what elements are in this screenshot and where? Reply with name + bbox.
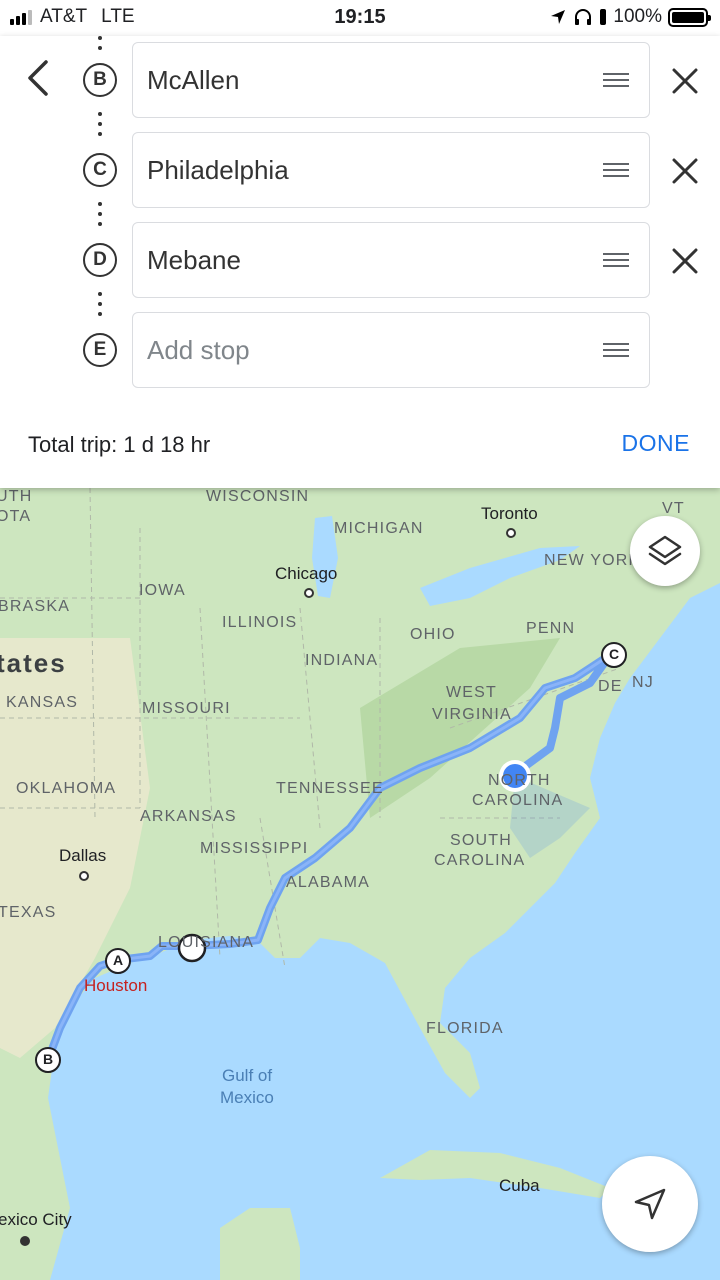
- map-label-united-states: tates: [0, 648, 67, 678]
- city-dot-toronto: [506, 528, 516, 538]
- location-arrow-icon: [551, 10, 566, 24]
- map-label-mississippi: MISSISSIPPI: [200, 840, 309, 857]
- recenter-button[interactable]: [602, 1156, 698, 1252]
- map-label-dallas: Dallas: [59, 846, 107, 865]
- map-view[interactable]: UTH OTA WISCONSIN MICHIGAN Toronto VT NE…: [0, 488, 720, 1280]
- close-icon: [672, 68, 698, 94]
- map-label-south-carolina-1: SOUTH: [450, 832, 512, 849]
- stop-field-b[interactable]: McAllen: [132, 42, 650, 118]
- map-label-gulf-1: Gulf of: [222, 1066, 273, 1085]
- route-marker-a[interactable]: A: [105, 948, 131, 974]
- map-label-michigan: MICHIGAN: [334, 520, 424, 537]
- map-label-south-carolina-2: CAROLINA: [434, 852, 526, 869]
- map-label-oklahoma: OKLAHOMA: [16, 780, 117, 797]
- close-icon: [672, 158, 698, 184]
- navigation-arrow-icon: [634, 1188, 666, 1220]
- map-label-north-carolina-2: CAROLINA: [472, 792, 564, 809]
- remove-stop-d-button[interactable]: [668, 244, 702, 278]
- map-label-ota: OTA: [0, 508, 32, 525]
- remove-stop-c-button[interactable]: [668, 154, 702, 188]
- map-label-gulf-2: Mexico: [220, 1088, 274, 1107]
- map-label-chicago: Chicago: [275, 564, 338, 583]
- drag-handle-icon[interactable]: [603, 343, 629, 357]
- remove-stop-b-button[interactable]: [668, 64, 702, 98]
- map-label-louisiana: LOUISIANA: [158, 934, 255, 951]
- orientation-lock-icon: [600, 9, 607, 25]
- stop-value-b: McAllen: [147, 65, 240, 95]
- stop-value-d: Mebane: [147, 245, 241, 275]
- stop-row-d: D Mebane: [0, 222, 720, 298]
- map-label-new-york: NEW YORK: [544, 552, 641, 569]
- battery-percent: 100%: [613, 6, 662, 27]
- map-label-nj: NJ: [632, 674, 654, 691]
- status-right: 100%: [549, 6, 711, 28]
- status-left: AT&T LTE: [10, 6, 135, 28]
- stop-badge-c: C: [83, 153, 117, 187]
- map-label-iowa: IOWA: [139, 582, 186, 599]
- map-label-braska: BRASKA: [0, 598, 71, 615]
- stop-row-c: C Philadelphia: [0, 132, 720, 208]
- map-label-alabama: ALABAMA: [286, 874, 370, 891]
- status-bar: AT&T LTE 19:15 100%: [0, 0, 720, 36]
- map-label-indiana: INDIANA: [305, 652, 379, 669]
- add-stop-field[interactable]: Add stop: [132, 312, 650, 388]
- map-label-west-virginia-1: WEST: [446, 684, 498, 701]
- cuba-island: [380, 1150, 610, 1198]
- total-trip-duration: Total trip: 1 d 18 hr: [28, 432, 211, 457]
- route-marker-c[interactable]: C: [601, 642, 627, 668]
- stop-row-e: E Add stop: [0, 312, 720, 388]
- headphones-icon: [575, 9, 592, 25]
- map-label-west-virginia-2: VIRGINIA: [432, 706, 512, 723]
- map-label-mexico-city: exico City: [0, 1210, 72, 1229]
- map-label-ohio: OHIO: [410, 626, 456, 643]
- layers-icon: [648, 535, 682, 566]
- drag-handle-icon[interactable]: [603, 253, 629, 267]
- map-label-cuba: Cuba: [499, 1176, 540, 1195]
- map-label-illinois: ILLINOIS: [222, 614, 298, 631]
- map-label-tennessee: TENNESSEE: [276, 780, 384, 797]
- map-label-houston: Houston: [84, 976, 148, 995]
- drag-handle-icon[interactable]: [603, 163, 629, 177]
- stop-field-c[interactable]: Philadelphia: [132, 132, 650, 208]
- map-label-de: DE: [598, 678, 623, 695]
- city-dot-dallas: [79, 871, 89, 881]
- map-label-kansas: KANSAS: [6, 694, 79, 711]
- map-label-texas: TEXAS: [0, 904, 57, 921]
- stop-badge-d: D: [83, 243, 117, 277]
- city-dot-mexico-city: [20, 1236, 30, 1246]
- map-label-arkansas: ARKANSAS: [140, 808, 237, 825]
- signal-strength-icon: [10, 9, 32, 25]
- map-label-missouri: MISSOURI: [142, 700, 231, 717]
- directions-panel: B McAllen C Philadelphia D Mebane E Add …: [0, 36, 720, 488]
- stop-row-b: B McAllen: [0, 42, 720, 118]
- map-label-uth: UTH: [0, 488, 33, 505]
- done-button[interactable]: DONE: [622, 430, 690, 457]
- map-label-penn: PENN: [526, 620, 576, 637]
- stop-badge-b: B: [83, 63, 117, 97]
- map-label-north-carolina-1: NORTH: [488, 772, 551, 789]
- add-stop-placeholder: Add stop: [147, 335, 250, 365]
- yucatan-land: [220, 1208, 300, 1280]
- map-label-wisconsin: WISCONSIN: [206, 488, 310, 505]
- carrier-label: AT&T: [40, 6, 88, 27]
- map-layers-button[interactable]: [630, 516, 700, 586]
- route-marker-b[interactable]: B: [35, 1047, 61, 1073]
- city-dot-chicago: [304, 588, 314, 598]
- network-label: LTE: [101, 6, 135, 27]
- drag-handle-icon[interactable]: [603, 73, 629, 87]
- battery-icon: [668, 7, 711, 27]
- close-icon: [672, 248, 698, 274]
- stop-value-c: Philadelphia: [147, 155, 289, 185]
- stop-field-d[interactable]: Mebane: [132, 222, 650, 298]
- map-label-toronto: Toronto: [481, 504, 538, 523]
- map-label-florida: FLORIDA: [426, 1020, 504, 1037]
- stop-badge-e: E: [83, 333, 117, 367]
